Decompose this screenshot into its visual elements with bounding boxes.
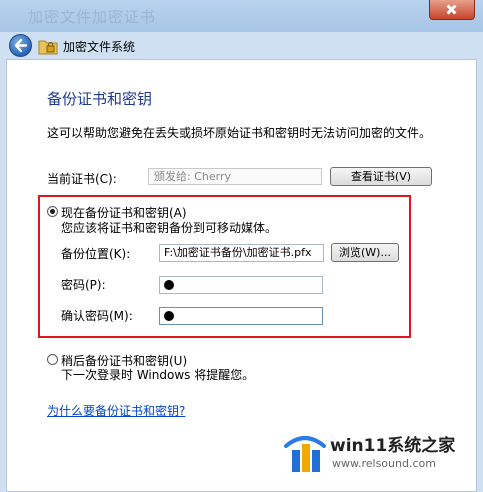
watermark-title: win11系统之家 <box>330 436 456 456</box>
window-titlebar: 加密文件加密证书 <box>0 0 483 32</box>
password-mask-dot <box>164 280 174 290</box>
backup-later-radio[interactable] <box>47 354 58 365</box>
view-cert-button[interactable]: 查看证书(V) <box>330 167 432 186</box>
wizard-navbar: 加密文件系统 <box>0 32 483 58</box>
watermark-url: www.relsound.com <box>332 457 436 470</box>
watermark-logo-icon <box>284 436 326 472</box>
confirm-password-input[interactable] <box>159 307 323 325</box>
password-label: 密码(P): <box>61 278 106 292</box>
browse-button[interactable]: 浏览(W)... <box>331 243 399 262</box>
help-link[interactable]: 为什么要备份证书和密钥? <box>47 402 185 419</box>
backup-location-input[interactable]: F:\加密证书备份\加密证书.pfx <box>159 244 324 262</box>
confirm-password-mask-dot <box>164 311 174 321</box>
backup-now-radio[interactable] <box>47 206 58 217</box>
current-cert-field: 颁发给: Cherry <box>148 168 322 185</box>
wizard-content: 备份证书和密钥 这可以帮助您避免在丢失或损坏原始证书和密钥时无法访问加密的文件。… <box>6 59 477 492</box>
intro-text: 这可以帮助您避免在丢失或损坏原始证书和密钥时无法访问加密的文件。 <box>47 126 432 140</box>
back-button[interactable] <box>9 34 32 57</box>
current-cert-label: 当前证书(C): <box>47 172 117 186</box>
watermark: win11系统之家 www.relsound.com <box>282 427 466 479</box>
backup-later-description: 下一次登录时 Windows 将提醒您。 <box>61 368 255 382</box>
back-arrow-icon <box>14 38 28 53</box>
encrypted-folder-icon <box>38 40 58 55</box>
page-heading: 备份证书和密钥 <box>47 90 153 108</box>
password-input[interactable] <box>159 276 323 294</box>
confirm-password-label: 确认密码(M): <box>61 309 133 323</box>
window-title: 加密文件加密证书 <box>28 8 157 26</box>
backup-now-description: 您应该将证书和密钥备份到可移动媒体。 <box>61 221 278 235</box>
wizard-title: 加密文件系统 <box>63 40 136 54</box>
close-button[interactable] <box>429 0 475 20</box>
backup-location-label: 备份位置(K): <box>61 247 131 261</box>
